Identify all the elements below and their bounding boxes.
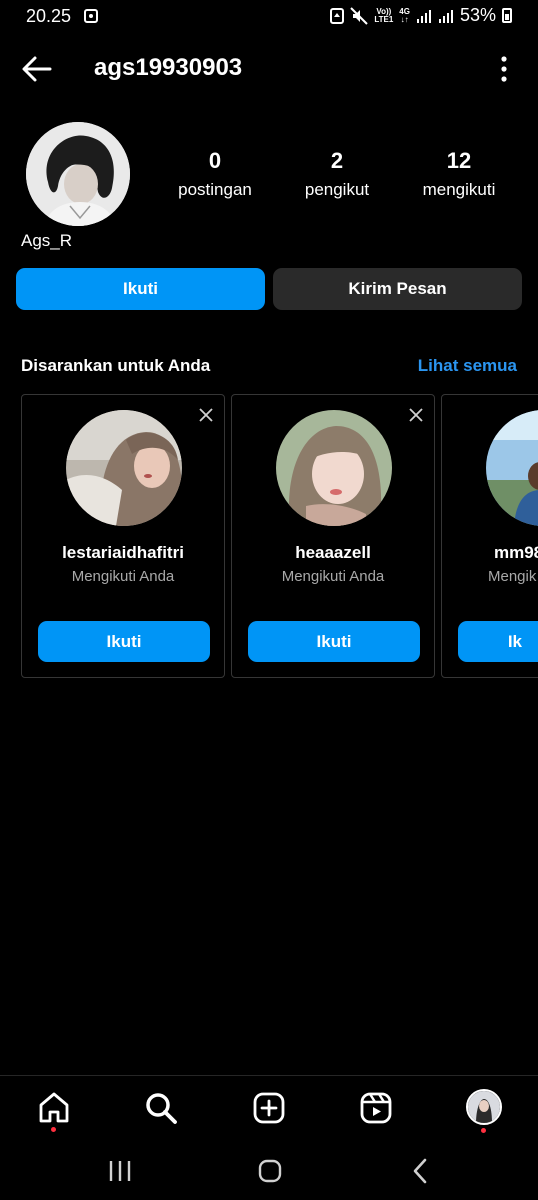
- signal-icon: [416, 9, 431, 23]
- recent-apps-icon[interactable]: [106, 1157, 134, 1185]
- stat-followers[interactable]: 2 pengikut: [292, 148, 382, 200]
- suggestion-subtitle: Mengikuti Anda: [281, 568, 385, 585]
- bottom-navigation: [0, 1075, 538, 1141]
- stat-following-label: mengikuti: [422, 180, 496, 199]
- status-time: 20.25: [26, 6, 72, 26]
- search-icon[interactable]: [143, 1090, 179, 1126]
- suggestion-username: mm98: [494, 543, 538, 562]
- data-indicator: 4G ↓↑: [399, 6, 410, 24]
- more-vertical-icon[interactable]: [500, 56, 508, 82]
- suggestion-avatar[interactable]: [66, 410, 182, 526]
- stat-following-count: 12: [446, 148, 472, 173]
- arrow-left-icon[interactable]: [20, 54, 54, 84]
- suggestion-follow-button[interactable]: Ikuti: [248, 621, 420, 662]
- profile-username: ags19930903: [94, 54, 243, 81]
- suggestion-photo: [66, 410, 182, 526]
- profile-photo: [26, 122, 130, 226]
- stat-followers-label: pengikut: [304, 180, 370, 199]
- profile-notification-dot: [481, 1128, 486, 1133]
- create-icon[interactable]: [251, 1090, 287, 1126]
- suggestion-photo: [486, 410, 538, 526]
- battery-icon: [502, 8, 512, 23]
- suggestion-subtitle: Mengikuti Anda: [71, 568, 175, 585]
- recycle-icon: [330, 7, 345, 24]
- stat-following[interactable]: 12 mengikuti: [412, 148, 506, 200]
- suggestion-username: heaaazell: [295, 543, 371, 562]
- close-icon[interactable]: [408, 407, 424, 423]
- profile-header: ags19930903: [0, 44, 538, 94]
- profile-avatar-nav[interactable]: [466, 1089, 502, 1125]
- profile-avatar[interactable]: [26, 122, 130, 226]
- signal-icon-2: [438, 9, 453, 23]
- suggestion-card[interactable]: heaaazell Mengikuti Anda Ikuti: [231, 394, 435, 678]
- stat-posts-label: postingan: [178, 180, 252, 199]
- volte-indicator: Vo)) LTE1: [374, 6, 394, 24]
- suggestion-photo: [276, 410, 392, 526]
- notification-app-icon: [84, 9, 98, 23]
- status-bar: 20.25 Vo)) LTE1 4G ↓↑ 53%: [0, 0, 538, 34]
- stat-posts-count: 0: [208, 148, 222, 173]
- battery-percent: 53%: [459, 5, 496, 25]
- see-all-link[interactable]: Lihat semua: [418, 356, 517, 376]
- back-button-icon[interactable]: [407, 1157, 435, 1185]
- suggestion-subtitle: Mengik: [488, 568, 537, 585]
- mute-icon: [350, 6, 369, 25]
- home-button-icon[interactable]: [256, 1157, 284, 1185]
- stat-posts[interactable]: 0 postingan: [170, 148, 260, 200]
- send-message-button[interactable]: Kirim Pesan: [273, 268, 522, 310]
- profile-display-name: Ags_R: [21, 231, 73, 250]
- follow-button[interactable]: Ikuti: [16, 268, 265, 310]
- suggestion-card[interactable]: lestariaidhafitri Mengikuti Anda Ikuti: [21, 394, 225, 678]
- stat-followers-count: 2: [330, 148, 344, 173]
- suggestion-avatar[interactable]: [486, 410, 538, 526]
- status-icons: Vo)) LTE1 4G ↓↑ 53%: [330, 5, 512, 26]
- system-navigation-bar: [0, 1141, 538, 1200]
- close-icon[interactable]: [198, 407, 214, 423]
- suggestion-card[interactable]: mm98 Mengik Ik: [441, 394, 538, 678]
- suggestion-follow-button[interactable]: Ikuti: [38, 621, 210, 662]
- home-icon[interactable]: [36, 1090, 72, 1126]
- profile-avatar-photo: [468, 1091, 500, 1123]
- reels-icon[interactable]: [358, 1090, 394, 1126]
- suggestions-title: Disarankan untuk Anda: [21, 356, 211, 375]
- suggestions-carousel[interactable]: lestariaidhafitri Mengikuti Anda Ikuti h…: [21, 394, 538, 679]
- home-notification-dot: [51, 1127, 56, 1132]
- suggestion-username: lestariaidhafitri: [62, 543, 184, 562]
- suggestion-avatar[interactable]: [276, 410, 392, 526]
- suggestion-follow-button[interactable]: Ik: [458, 621, 538, 662]
